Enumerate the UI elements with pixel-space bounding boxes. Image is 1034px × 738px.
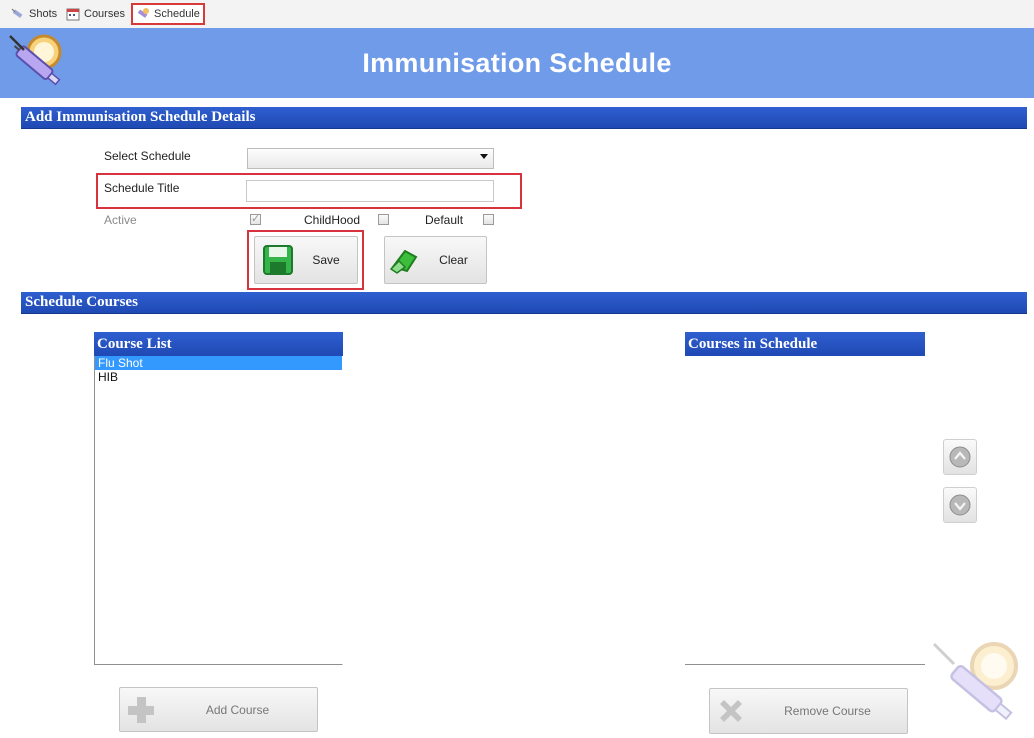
header-banner: Immunisation Schedule <box>0 28 1034 98</box>
move-up-button[interactable] <box>943 439 977 475</box>
syringe-icon <box>11 8 23 18</box>
courses-section-header: Schedule Courses <box>21 292 1027 314</box>
eraser-icon <box>389 249 418 274</box>
syringe-watermark-icon <box>932 642 1018 721</box>
courses-in-schedule-header: Courses in Schedule <box>685 332 925 356</box>
course-list-header: Course List <box>94 332 343 356</box>
down-arrow-icon <box>949 494 971 516</box>
course-list-box[interactable]: Flu Shot HIB <box>94 356 343 665</box>
tab-shots[interactable]: Shots <box>8 4 60 23</box>
remove-course-button[interactable]: Remove Course <box>709 688 908 734</box>
save-button[interactable]: Save <box>254 236 358 284</box>
select-schedule-label: Select Schedule <box>104 149 191 163</box>
schedule-title-label: Schedule Title <box>104 181 180 195</box>
details-section-header: Add Immunisation Schedule Details <box>21 107 1027 129</box>
calendar-icon <box>66 8 80 20</box>
plus-icon <box>128 696 154 723</box>
courses-in-schedule-header-label: Courses in Schedule <box>688 335 818 352</box>
tab-schedule-label: Schedule <box>154 8 200 20</box>
tab-courses-label: Courses <box>84 7 125 20</box>
floppy-disk-icon <box>263 245 293 275</box>
childhood-checkbox[interactable] <box>378 214 389 225</box>
move-down-button[interactable] <box>943 487 977 523</box>
courses-section-title: Schedule Courses <box>25 294 138 310</box>
add-course-button[interactable]: Add Course <box>119 687 318 732</box>
chevron-down-icon <box>480 154 488 159</box>
list-item[interactable]: Flu Shot <box>95 356 342 370</box>
save-button-label: Save <box>312 253 340 267</box>
tab-strip: Shots Courses Schedule <box>0 0 1034 29</box>
tab-courses[interactable]: Courses <box>63 4 128 23</box>
remove-x-icon <box>720 700 742 722</box>
course-list-header-label: Course List <box>97 335 172 352</box>
active-label: Active <box>104 213 137 227</box>
default-label: Default <box>425 213 464 227</box>
page-title: Immunisation Schedule <box>362 48 672 78</box>
childhood-label: ChildHood <box>304 213 361 227</box>
details-section-title: Add Immunisation Schedule Details <box>25 109 256 125</box>
default-checkbox[interactable] <box>483 214 494 225</box>
courses-in-schedule-box[interactable] <box>685 356 925 665</box>
active-checkbox[interactable] <box>250 212 261 225</box>
up-arrow-icon <box>949 446 971 468</box>
list-item[interactable]: HIB <box>95 370 342 384</box>
select-schedule-dropdown[interactable] <box>247 148 494 169</box>
tab-schedule[interactable]: Schedule <box>131 3 205 25</box>
remove-course-label: Remove Course <box>784 704 871 718</box>
clear-button[interactable]: Clear <box>384 236 487 284</box>
schedule-title-input[interactable] <box>246 180 494 202</box>
tab-shots-label: Shots <box>29 7 58 20</box>
schedule-icon <box>137 8 149 18</box>
clear-button-label: Clear <box>439 253 468 267</box>
add-course-label: Add Course <box>205 702 270 717</box>
